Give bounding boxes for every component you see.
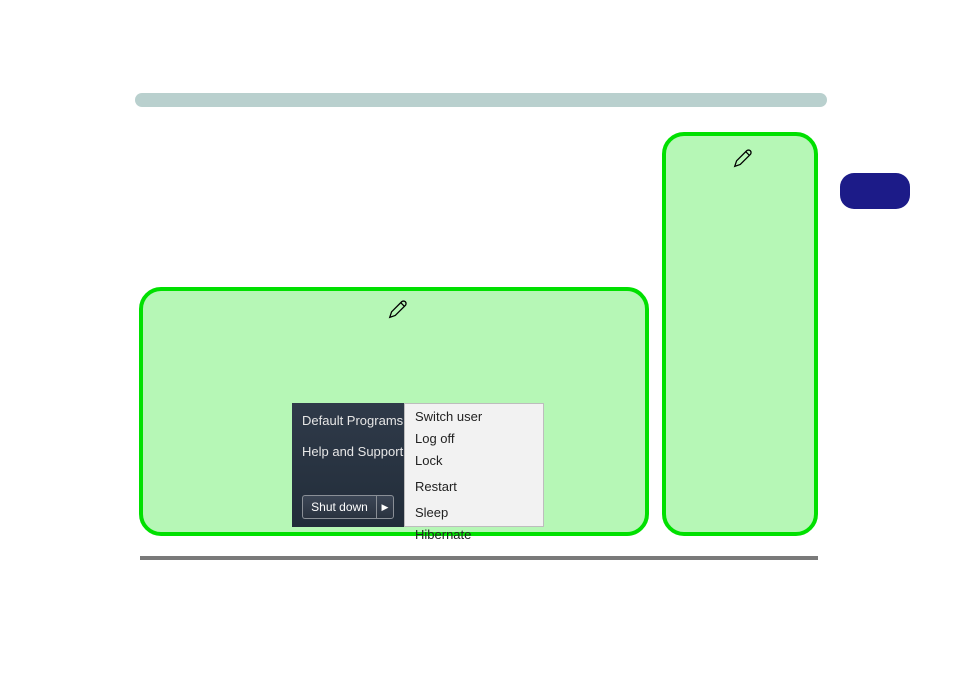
power-options-menu: Switch user Log off Lock Restart Sleep H… xyxy=(404,403,544,527)
shutdown-split-button[interactable]: Shut down ▶ xyxy=(302,495,394,519)
start-menu-link-default-programs[interactable]: Default Programs xyxy=(302,413,404,428)
power-menu-hibernate[interactable]: Hibernate xyxy=(405,524,543,546)
power-menu-restart[interactable]: Restart xyxy=(405,476,543,498)
top-bar xyxy=(135,93,827,107)
start-menu-left-column: Default Programs Help and Support Shut d… xyxy=(292,403,404,527)
power-menu-lock[interactable]: Lock xyxy=(405,450,543,472)
start-menu-link-help-support[interactable]: Help and Support xyxy=(302,444,404,459)
bottom-divider xyxy=(140,556,818,560)
chevron-right-icon: ▶ xyxy=(382,502,389,513)
right-highlight-panel xyxy=(662,132,818,536)
start-menu-fragment: Default Programs Help and Support Shut d… xyxy=(292,403,544,527)
edit-icon[interactable] xyxy=(732,148,754,170)
power-menu-switch-user[interactable]: Switch user xyxy=(405,406,543,428)
shutdown-button[interactable]: Shut down xyxy=(302,495,376,519)
blue-action-pill[interactable] xyxy=(840,173,910,209)
edit-icon[interactable] xyxy=(387,299,409,321)
shutdown-more-button[interactable]: ▶ xyxy=(376,495,394,519)
power-menu-log-off[interactable]: Log off xyxy=(405,428,543,450)
power-menu-sleep[interactable]: Sleep xyxy=(405,502,543,524)
